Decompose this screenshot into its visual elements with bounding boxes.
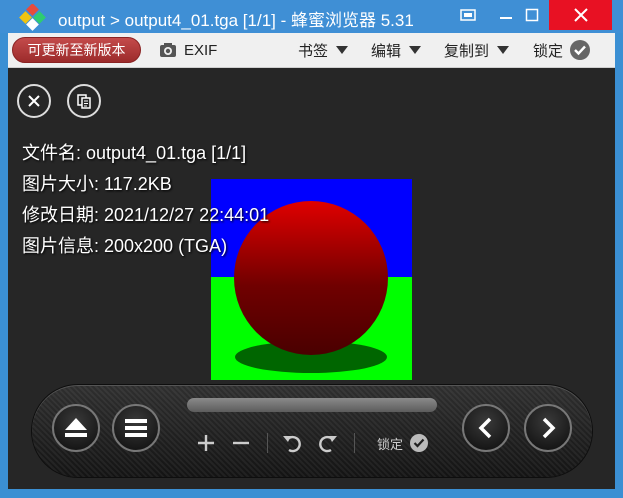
chevron-down-icon [497, 46, 510, 54]
app-logo-icon [19, 4, 46, 31]
info-filename: 文件名: output4_01.tga [1/1] [22, 143, 247, 163]
eject-icon [65, 418, 87, 437]
control-bar: 锁定 [32, 385, 592, 477]
maximize-icon [525, 8, 539, 22]
copy-to-menu[interactable]: 复制到 [444, 33, 510, 67]
image-viewer: 文件名: output4_01.tga [1/1] 图片大小: 117.2KB … [8, 68, 615, 489]
maximize-button[interactable] [520, 0, 544, 30]
camera-icon [160, 43, 176, 57]
lock-toggle[interactable]: 锁定 [533, 33, 591, 67]
zoom-out-icon [233, 441, 249, 445]
copy-info-button[interactable] [67, 84, 101, 118]
zoom-in-button[interactable] [192, 427, 220, 459]
rotate-right-icon [319, 435, 337, 453]
minimize-icon [500, 17, 512, 19]
close-button[interactable] [549, 0, 612, 30]
toolbar: 可更新至新版本 EXIF 书签 编辑 复制到 锁定 [8, 33, 615, 68]
previous-button[interactable] [462, 404, 510, 452]
bookmarks-label: 书签 [298, 42, 329, 60]
chevron-down-icon [336, 46, 349, 54]
edit-menu[interactable]: 编辑 [371, 33, 422, 67]
edit-label: 编辑 [371, 42, 402, 60]
close-info-button[interactable] [17, 84, 51, 118]
menu-icon [125, 419, 147, 437]
previous-icon [478, 417, 492, 439]
check-circle-icon [570, 40, 591, 60]
rotate-left-icon [283, 435, 301, 453]
pin-button[interactable] [455, 0, 481, 30]
title-bar: output > output4_01.tga [1/1] - 蜂蜜浏览器 5.… [0, 0, 623, 33]
update-button[interactable]: 可更新至新版本 [12, 37, 141, 63]
copy-to-label: 复制到 [444, 42, 490, 60]
progress-slider[interactable] [187, 398, 437, 412]
chevron-down-icon [409, 46, 422, 54]
next-icon [542, 417, 556, 439]
pin-icon [460, 9, 476, 21]
close-icon [573, 8, 588, 22]
exif-button[interactable]: EXIF [159, 33, 217, 67]
info-details: 图片信息: 200x200 (TGA) [22, 236, 228, 256]
lock-label: 锁定 [533, 42, 564, 60]
bookmarks-menu[interactable]: 书签 [298, 33, 349, 67]
next-button[interactable] [524, 404, 572, 452]
close-icon [28, 95, 40, 107]
info-modified: 修改日期: 2021/12/27 22:44:01 [22, 205, 270, 225]
exif-label: EXIF [184, 41, 218, 59]
eject-button[interactable] [52, 404, 100, 452]
copy-icon [77, 94, 91, 109]
lock-toggle-control[interactable]: 锁定 [377, 428, 429, 458]
zoom-out-button[interactable] [227, 427, 255, 459]
info-size: 图片大小: 117.2KB [22, 174, 172, 194]
lock-label: 锁定 [377, 436, 404, 452]
rotate-right-button[interactable] [314, 427, 342, 459]
window-title: output > output4_01.tga [1/1] - 蜂蜜浏览器 5.… [58, 11, 414, 30]
zoom-in-icon [198, 435, 214, 451]
check-circle-icon [410, 434, 429, 452]
control-separator [267, 433, 268, 453]
control-separator [354, 433, 355, 453]
menu-button[interactable] [112, 404, 160, 452]
minimize-button[interactable] [492, 0, 520, 30]
rotate-left-button[interactable] [278, 427, 306, 459]
